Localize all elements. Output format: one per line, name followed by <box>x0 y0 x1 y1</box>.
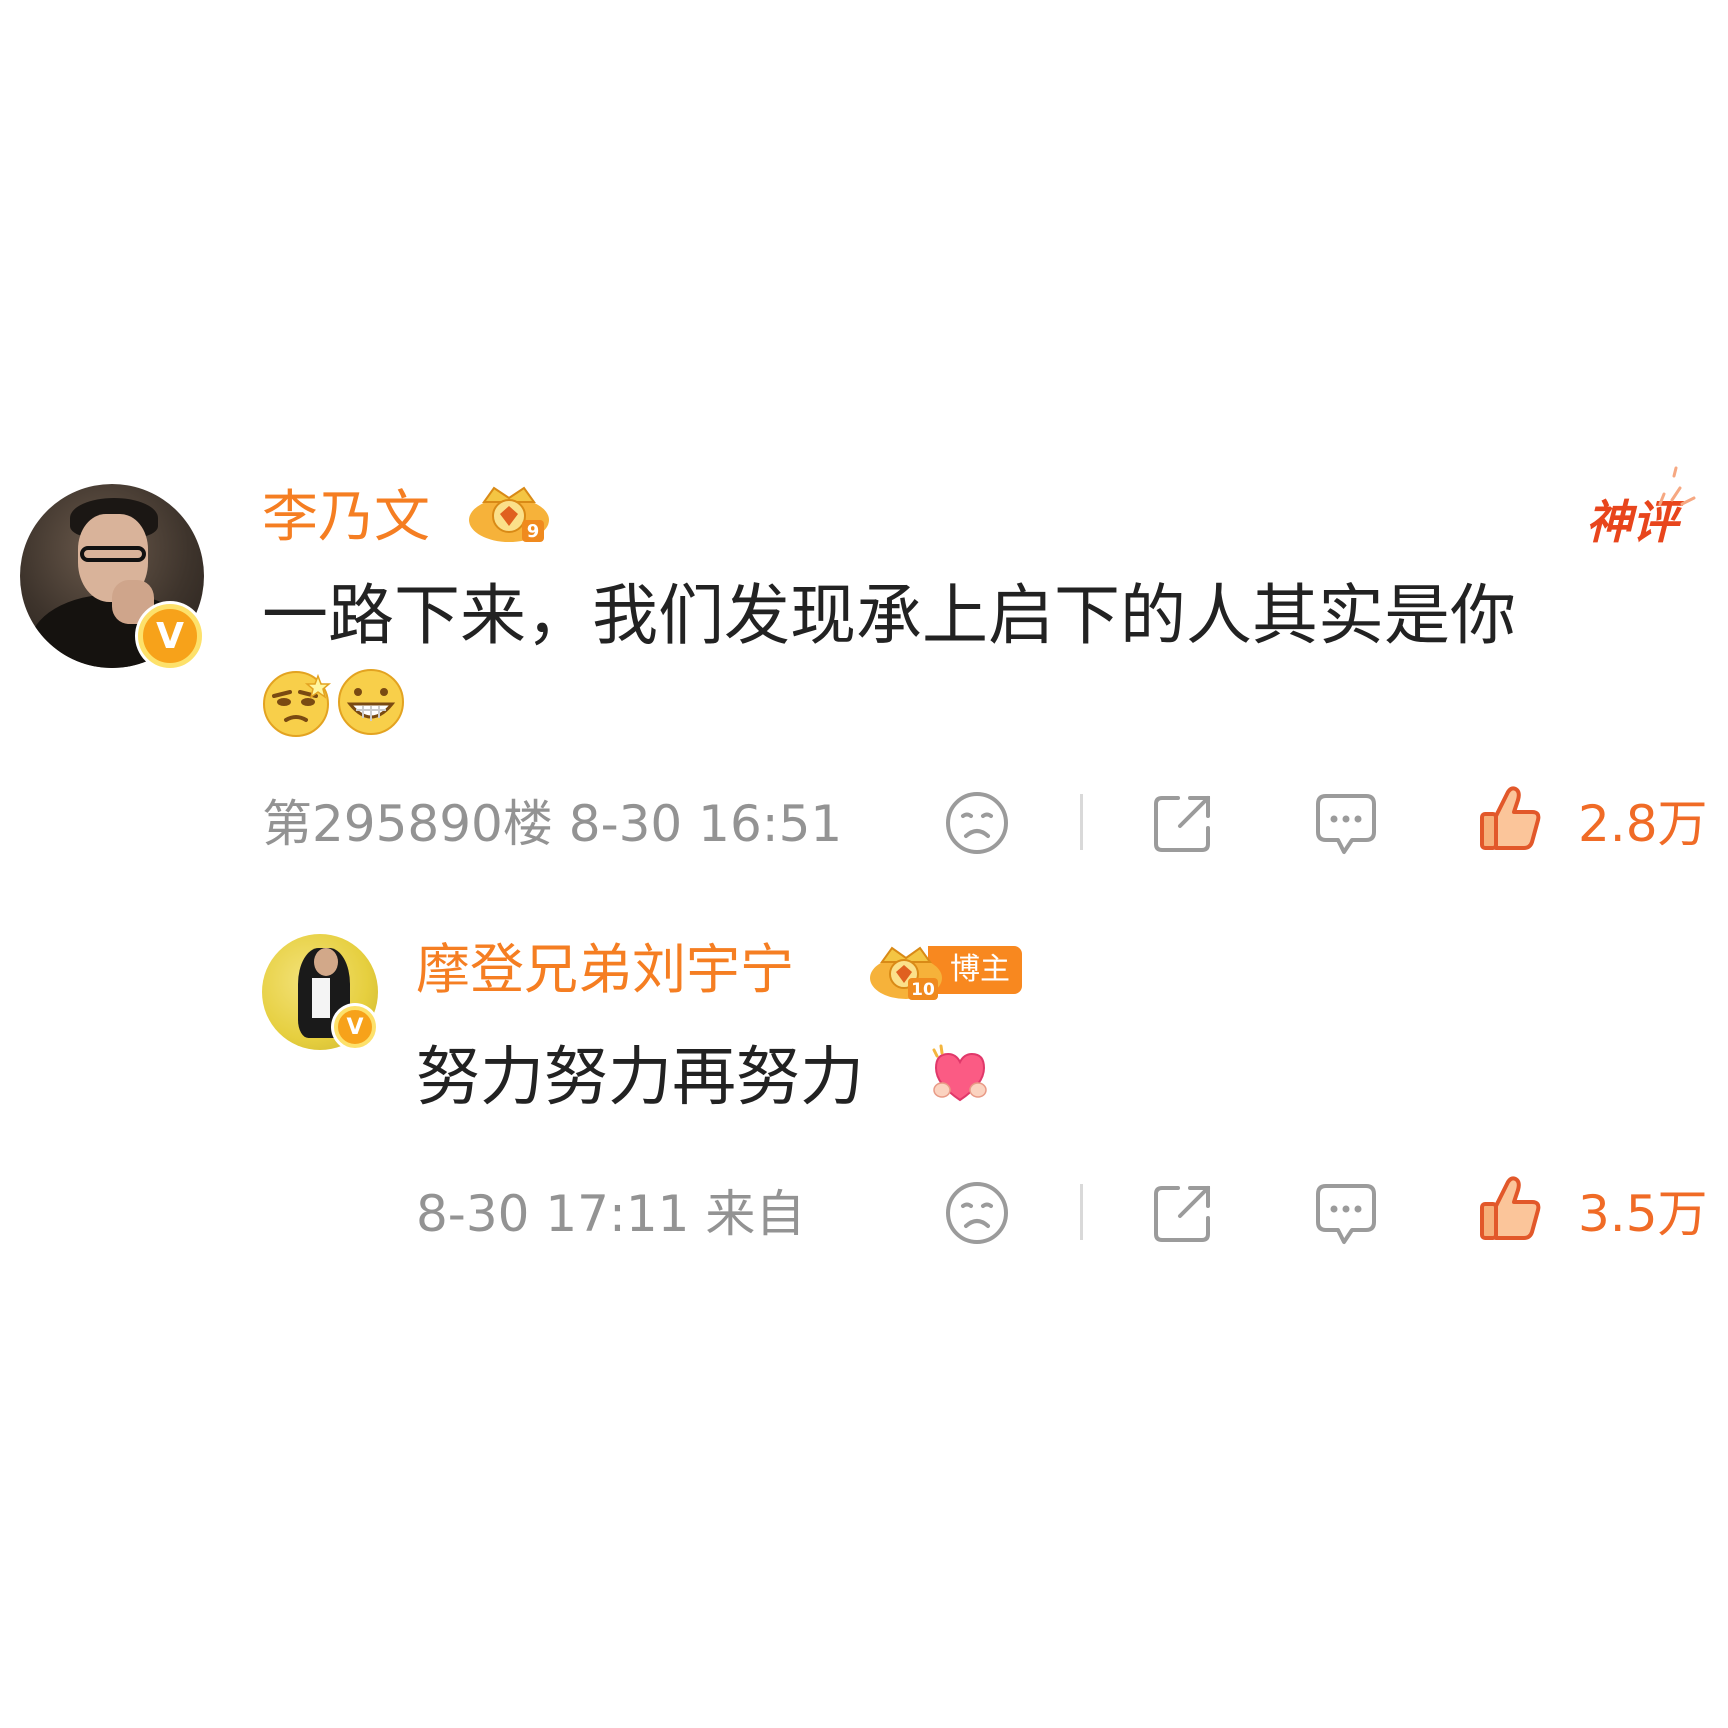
comment-bubble-icon[interactable] <box>1312 790 1380 860</box>
sparkle-icon <box>1658 466 1696 506</box>
dislike-face-icon[interactable] <box>944 790 1010 856</box>
author-name[interactable]: 李乃文 <box>262 486 430 550</box>
reply-time-source: 8-30 17:11 来自 <box>416 1185 806 1243</box>
share-icon[interactable] <box>1150 1180 1216 1246</box>
divider <box>1080 794 1083 850</box>
grinning-face-emoji-icon <box>338 669 404 735</box>
comment-bubble-icon[interactable] <box>1312 1180 1380 1250</box>
like-count: 3.5万 <box>1578 1185 1708 1243</box>
dislike-face-icon[interactable] <box>944 1180 1010 1246</box>
like-count: 2.8万 <box>1578 795 1708 853</box>
heart-hug-emoji-icon <box>932 1044 987 1102</box>
like-thumb-icon[interactable] <box>1476 784 1544 854</box>
comment-text: 一路下来，我们发现承上启下的人其实是你 <box>262 577 1516 654</box>
level-crown-icon: 9 <box>469 486 549 542</box>
like-thumb-icon[interactable] <box>1476 1174 1544 1244</box>
share-icon[interactable] <box>1150 790 1216 856</box>
verified-badge-icon: V <box>138 604 202 668</box>
smug-face-emoji-icon <box>263 671 332 737</box>
reply-author-name[interactable]: 摩登兄弟刘宇宁 <box>416 938 794 1002</box>
divider <box>1080 1184 1083 1240</box>
comment-floor-time: 第295890楼 8-30 16:51 <box>262 795 843 853</box>
verified-badge-icon: V <box>334 1006 376 1048</box>
reply-text: 努力努力再努力 <box>416 1041 864 1115</box>
svg-text:10: 10 <box>911 980 935 1000</box>
svg-text:9: 9 <box>527 521 540 542</box>
level-crown-icon: 10 <box>870 946 942 1000</box>
